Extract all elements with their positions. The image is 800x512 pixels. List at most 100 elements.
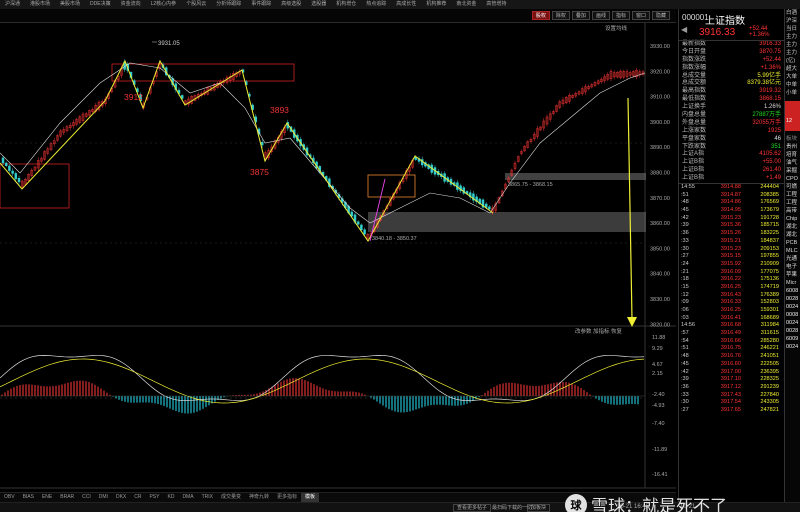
indicator-tab[interactable]: 更多指标: [273, 493, 301, 502]
sidebar-list-item[interactable]: 0024: [785, 319, 800, 327]
indicator-tab[interactable]: 成交量变: [217, 493, 245, 502]
sidebar-list-item[interactable]: 高带: [785, 207, 800, 215]
top-nav-item[interactable]: 分析师跟踪: [211, 0, 246, 9]
stock-name: 上证指数: [705, 16, 745, 27]
quote-stat-row: 内盘总量 27887万手: [679, 112, 784, 120]
top-nav-item[interactable]: 高级选股: [276, 0, 306, 9]
tick-row: :33 3917.43 227840: [679, 392, 784, 400]
top-nav-item[interactable]: 机构增仓: [331, 0, 361, 9]
sidebar-list-item[interactable]: 湖北: [785, 223, 800, 231]
more-posts-button[interactable]: 查看更多帖子: [453, 504, 492, 512]
indicator-tab[interactable]: TRIX: [198, 493, 217, 502]
top-nav-item[interactable]: 高成长性: [391, 0, 421, 9]
sidebar-list-item[interactable]: MLC: [785, 247, 800, 255]
tick-list[interactable]: 14:55 3914.88 244404:51 3914.87 208385:48 391…: [679, 184, 784, 415]
sidebar-list-item[interactable]: 0024: [785, 303, 800, 311]
back-arrow-icon[interactable]: ◀: [681, 25, 687, 34]
sidebar-list-item[interactable]: 0028: [785, 295, 800, 303]
sidebar-top-item[interactable]: 主力: [785, 41, 800, 49]
sidebar-list-item[interactable]: Chip: [785, 215, 800, 223]
tick-p: 3914.88: [720, 184, 741, 191]
sidebar-list-item[interactable]: 贵州: [785, 143, 800, 151]
sidebar-list-item[interactable]: 0024: [785, 343, 800, 351]
sidebar-list-header: 板块: [786, 136, 798, 142]
indicator-tab[interactable]: DMA: [178, 493, 197, 502]
toolbar-button[interactable]: 叠加: [571, 11, 590, 20]
sidebar-list-item[interactable]: 培育: [785, 151, 800, 159]
quote-stats: 最新指数 3916.33 今日开盘 3870.75 指数涨跌 +52.44 指数涨幅 +1.3…: [679, 41, 784, 183]
top-nav-item[interactable]: 南北资金: [451, 0, 481, 9]
top-nav-item[interactable]: 美股市场: [55, 0, 85, 9]
tick-row: :30 3915.23 209153: [679, 246, 784, 254]
sidebar-top-item[interactable]: 小单: [785, 89, 800, 97]
tick-v: 176569: [760, 199, 779, 206]
indicator-tab[interactable]: PSY: [145, 493, 163, 502]
stat-value: 351: [770, 143, 781, 150]
sidebar-top-item[interactable]: 沪深: [785, 17, 800, 25]
sidebar-list-item[interactable]: 油气: [785, 159, 800, 167]
toolbar-button[interactable]: 隐藏: [651, 11, 670, 20]
sidebar-list-item[interactable]: 0008: [785, 311, 800, 319]
stat-label: 上涨家数: [682, 127, 707, 134]
sidebar-list-item[interactable]: 0028: [785, 327, 800, 335]
sidebar-top-item[interactable]: 大单: [785, 73, 800, 81]
sidebar-list-item[interactable]: 可燃: [785, 183, 800, 191]
top-nav-item[interactable]: 沪深通: [0, 0, 25, 9]
sidebar-list-item[interactable]: 电子: [785, 263, 800, 271]
sidebar-list-item[interactable]: 湖北: [785, 231, 800, 239]
indicator-tab[interactable]: KD: [163, 493, 178, 502]
toolbar-button[interactable]: 画线: [591, 11, 610, 20]
indicator-tab[interactable]: CR: [130, 493, 145, 502]
top-nav-item[interactable]: 个股风云: [181, 0, 211, 9]
sidebar-top-item[interactable]: 中单: [785, 81, 800, 89]
indicator-tab[interactable]: BIAS: [19, 493, 38, 502]
sidebar-list-item[interactable]: 苹果: [785, 271, 800, 279]
sidebar-list-item[interactable]: 6008: [785, 287, 800, 295]
sidebar-list-item[interactable]: 光通: [785, 255, 800, 263]
sidebar-list-item[interactable]: 采掘: [785, 167, 800, 175]
top-nav-item[interactable]: 机构推荐: [421, 0, 451, 9]
top-nav-item[interactable]: 选股器: [306, 0, 331, 9]
candle-body: [356, 221, 360, 225]
sidebar-list-item[interactable]: PCB: [785, 239, 800, 247]
sidebar-list-item[interactable]: 工程: [785, 199, 800, 207]
kline-chart[interactable]: 3931.05 3912 3893 3875 3865.75 - 3868.15…: [0, 23, 676, 501]
toolbar-button[interactable]: 股权: [531, 11, 550, 20]
top-nav-item[interactable]: 事件跟踪: [246, 0, 276, 9]
indicator-tab[interactable]: DMI: [95, 493, 112, 502]
sidebar-top-item[interactable]: 白酒: [785, 9, 800, 17]
stock-change: +52.44 +1.36%: [749, 26, 770, 38]
kline-chart-area[interactable]: 3931.05 3912 3893 3875 3865.75 - 3868.15…: [0, 23, 676, 501]
indicator-tab[interactable]: CCI: [78, 493, 95, 502]
sidebar-top-item[interactable]: 当日: [785, 25, 800, 33]
toolbar-button[interactable]: 指标: [611, 11, 630, 20]
stat-label: 指数涨跌: [682, 56, 707, 63]
top-nav-item[interactable]: DDE决策: [85, 0, 116, 9]
indicator-tab[interactable]: OBV: [0, 493, 19, 502]
sidebar-list-item[interactable]: 工程: [785, 191, 800, 199]
indicator-tab[interactable]: BRAR: [56, 493, 78, 502]
peak-label: 3931.05: [158, 41, 180, 47]
toolbar-button[interactable]: 除权: [551, 11, 570, 20]
top-nav-item[interactable]: 港股市场: [25, 0, 55, 9]
top-nav-item[interactable]: 高管增持: [481, 0, 511, 9]
sidebar-top-item[interactable]: 超大: [785, 65, 800, 73]
macd-tick-label: -2.40: [652, 392, 665, 398]
top-nav-item[interactable]: 热点追踪: [361, 0, 391, 9]
toolbar-button[interactable]: 窗口: [631, 11, 650, 20]
quote-stat-row: 指数涨跌 +52.44: [679, 57, 784, 65]
sidebar-list-item[interactable]: Micr: [785, 279, 800, 287]
indicator-tab[interactable]: ENE: [38, 493, 56, 502]
top-nav-item[interactable]: 资金流向: [116, 0, 146, 9]
tick-row: :39 3917.10 228325: [679, 376, 784, 384]
sidebar-list-item[interactable]: 6009: [785, 335, 800, 343]
tick-p: 3916.41: [720, 314, 741, 321]
sidebar-list-item[interactable]: CPO: [785, 175, 800, 183]
sidebar-top-item[interactable]: (亿): [785, 57, 800, 65]
sidebar-top-item[interactable]: 主力: [785, 49, 800, 57]
top-nav-item[interactable]: L2核心内参: [146, 0, 182, 9]
indicator-tab[interactable]: 模板: [301, 493, 320, 502]
indicator-tab[interactable]: DKX: [112, 493, 130, 502]
sidebar-top-item[interactable]: 主力: [785, 33, 800, 41]
indicator-tab[interactable]: 神奇九转: [245, 493, 273, 502]
